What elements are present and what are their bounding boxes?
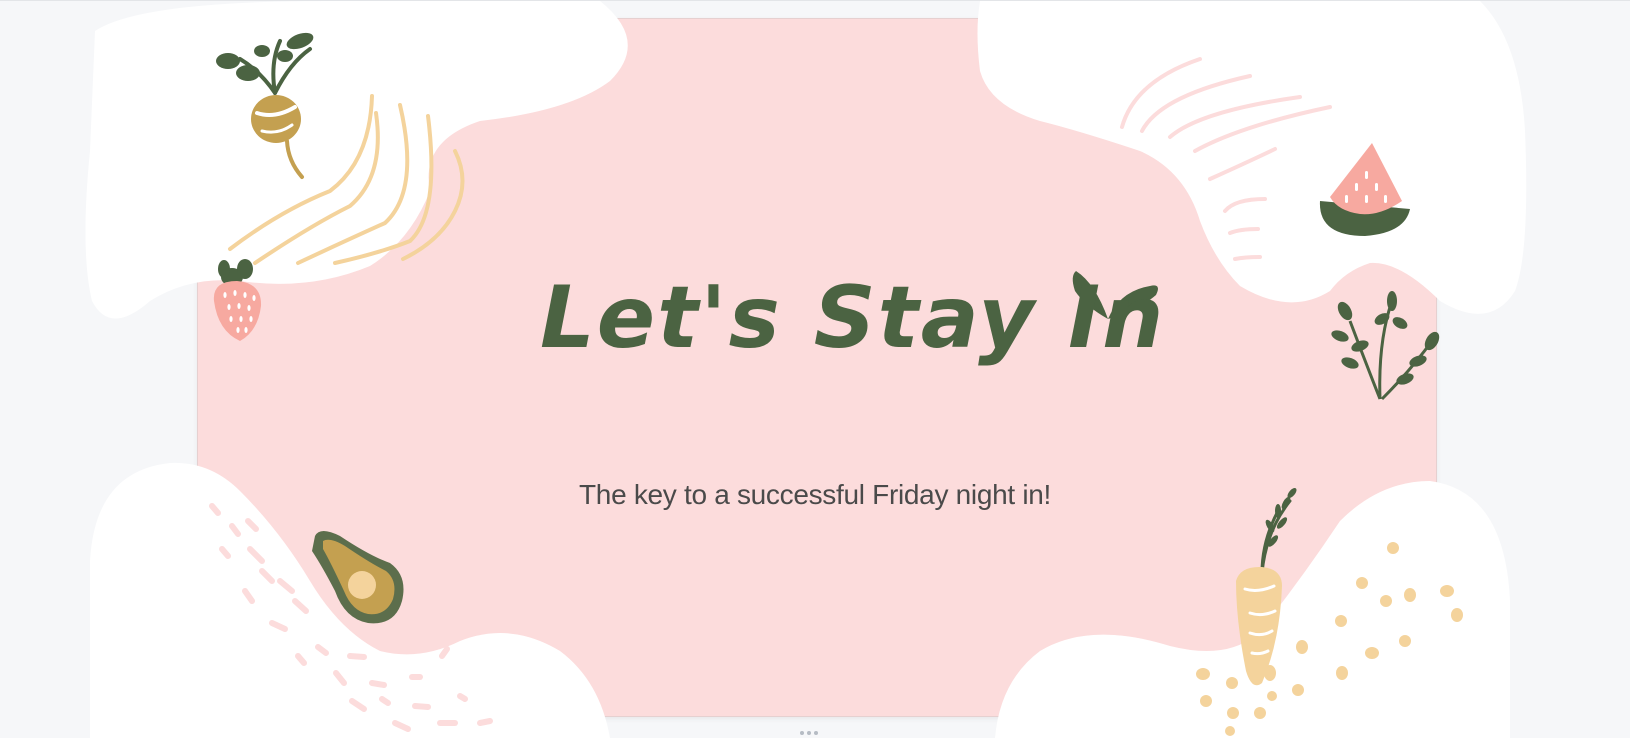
slide-subtitle[interactable]: The key to a successful Friday night in! [515, 479, 1115, 511]
editor-canvas: Let's Stay In The key to a successful Fr… [0, 0, 1630, 738]
handle-dot [807, 731, 811, 735]
resize-handle-icon[interactable] [796, 731, 822, 737]
handle-dot [814, 731, 818, 735]
handle-dot [800, 731, 804, 735]
slide-title[interactable]: Let's Stay In [540, 271, 1163, 366]
